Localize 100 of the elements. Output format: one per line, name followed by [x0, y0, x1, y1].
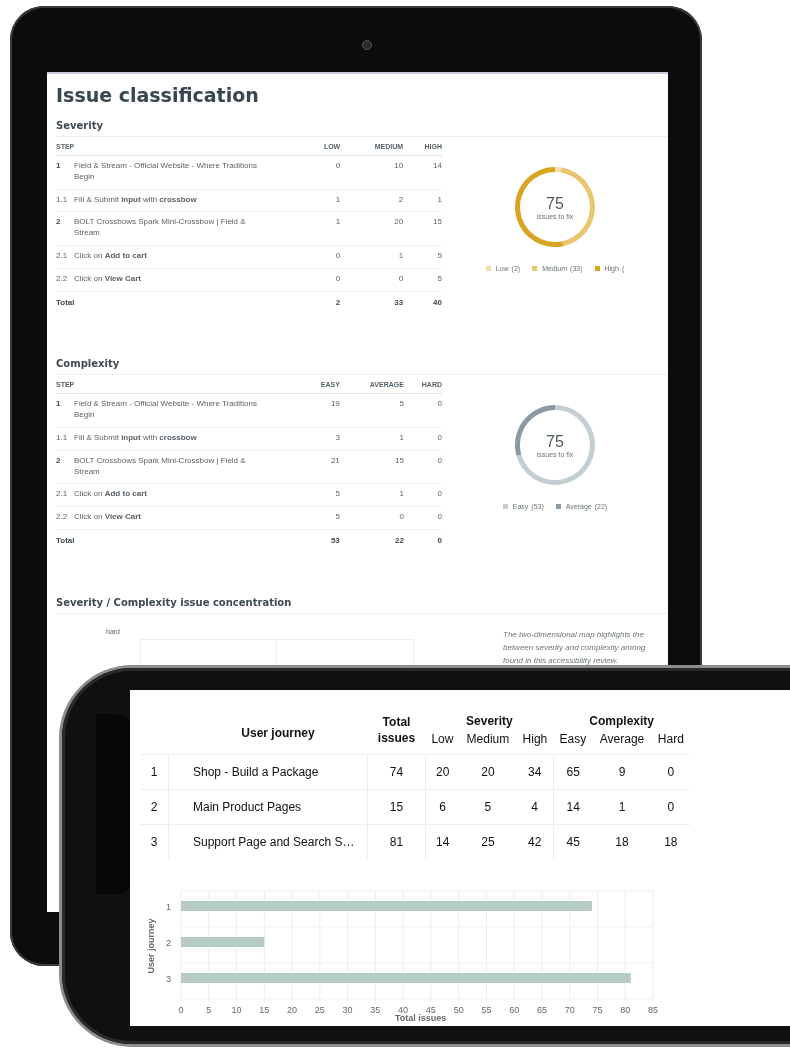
tick-label: 15 [259, 1005, 270, 1016]
tick-label: 0 [178, 1005, 184, 1016]
page-title: Issue classification [56, 84, 260, 106]
journey-name: Main Product Pages [168, 789, 368, 825]
table-cell: 65 [553, 754, 593, 790]
table-cell: 45 [553, 824, 593, 860]
table-cell: 5 [403, 268, 442, 292]
column-header: Low [425, 731, 460, 755]
table-cell: 1 [339, 427, 404, 451]
table-cell: 21 [304, 450, 340, 484]
table-cell: 20 [459, 754, 517, 790]
column-header: User journey [168, 714, 368, 755]
table-cell: 10 [340, 155, 404, 190]
table-cell: 0 [651, 789, 690, 825]
total-label: Total [56, 291, 304, 315]
description-line: between severity and complexity among [503, 641, 647, 654]
tick-label: 50 [453, 1005, 464, 1016]
table-cell: 9 [592, 754, 652, 790]
group-header: Severity [465, 714, 514, 731]
table-cell: 1 [304, 211, 341, 246]
step-number: 2 [56, 450, 74, 484]
table-cell: 0 [304, 245, 341, 269]
axis-title: Total issues [395, 1013, 447, 1024]
step-number: 2.2 [56, 268, 74, 292]
step-number: 2 [56, 211, 74, 246]
tick-label: 70 [564, 1005, 575, 1016]
table-cell: 5 [339, 393, 404, 428]
tick-label: 20 [287, 1005, 298, 1016]
step-name: Field & Stream - Official Website - Where Traditions Begin [74, 399, 257, 420]
row-number: 1 [140, 754, 169, 790]
table-cell: 0 [403, 393, 442, 428]
column-header: Medium [459, 731, 517, 755]
table-cell: 0 [403, 506, 442, 530]
journey-name: Support Page and Search S… [168, 824, 368, 860]
table-cell: 4 [516, 789, 554, 825]
table-cell: 0 [304, 268, 341, 292]
category-label: 1 [166, 902, 171, 913]
table-cell: 5 [403, 245, 442, 269]
category-label: 2 [166, 938, 171, 949]
table-cell: 14 [425, 824, 460, 860]
step-number: 1.1 [56, 427, 74, 451]
tick-label: 5 [206, 1005, 212, 1016]
step-name: Fill & Submit input with crossbow [74, 432, 197, 442]
step-name: Field & Stream - Official Website - Where Traditions Begin [74, 161, 257, 181]
tick-label: 60 [509, 1005, 520, 1016]
table-cell: 0 [403, 483, 442, 507]
tick-label: 80 [620, 1005, 631, 1016]
total-cell: 22 [339, 529, 404, 553]
table-cell: 18 [651, 824, 690, 860]
step-name: Click on View Cart [74, 512, 141, 522]
total-cell: 2 [304, 291, 341, 315]
table-cell: 1 [340, 245, 404, 269]
step-name: Fill & Submit input with crossbow [74, 194, 197, 204]
table-cell: 3 [304, 427, 340, 451]
table-cell: 0 [304, 155, 341, 190]
step-name: BOLT Crossbows Spark Mini-Crossbow | Field & Stream [74, 455, 246, 476]
column-header: Average [592, 731, 652, 755]
step-name: BOLT Crossbows Spark Mini-Crossbow | Field & Stream [74, 217, 246, 238]
table-cell: 2 [340, 189, 404, 212]
step-name: Click on View Cart [74, 273, 141, 283]
section-heading: Severity / Complexity issue concentration [56, 596, 668, 614]
issue-count: 75 [546, 194, 564, 213]
description-line: found in this accessibility review. [503, 654, 620, 667]
total-cell: 33 [340, 291, 404, 315]
tick-label: 30 [342, 1005, 353, 1016]
table-cell: 15 [339, 450, 404, 484]
table-cell: 1 [403, 189, 442, 212]
step-name: Click on Add to cart [74, 251, 147, 260]
table-cell: 0 [340, 268, 404, 292]
column-header: Hard [651, 731, 690, 755]
table-cell: 1 [592, 789, 652, 825]
total-label: Total [56, 529, 304, 553]
section-heading: Complexity [56, 358, 668, 376]
table-cell: 74 [367, 754, 426, 790]
table-cell: 5 [304, 506, 340, 530]
step-number: 2.2 [56, 506, 74, 530]
issue-count: 75 [546, 432, 564, 451]
table-cell: 0 [403, 427, 442, 451]
total-cell: 53 [304, 529, 340, 553]
axis-title: User journey [146, 918, 156, 974]
description-line: The two-dimensional map highlights the [503, 628, 645, 641]
camera-icon [362, 40, 372, 50]
total-cell: 40 [403, 291, 442, 315]
table-cell: 19 [304, 393, 340, 428]
table-cell: 1 [304, 189, 341, 212]
table-cell: 14 [553, 789, 593, 825]
column-header: Easy [553, 731, 593, 755]
row-number: 2 [140, 789, 169, 825]
tick-label: 65 [536, 1005, 547, 1016]
table-cell: 15 [367, 789, 426, 825]
section-heading: Severity [56, 120, 668, 137]
tick-label: 85 [648, 1005, 658, 1016]
step-number: 1 [56, 155, 74, 190]
table-cell: 18 [592, 824, 652, 860]
step-number: 2.1 [56, 483, 74, 507]
step-name: Click on Add to cart [74, 489, 147, 499]
tick-label: 35 [370, 1005, 381, 1016]
tick-label: 40 [398, 1005, 409, 1016]
column-header: High [516, 731, 554, 755]
tick-label: 25 [314, 1005, 325, 1016]
